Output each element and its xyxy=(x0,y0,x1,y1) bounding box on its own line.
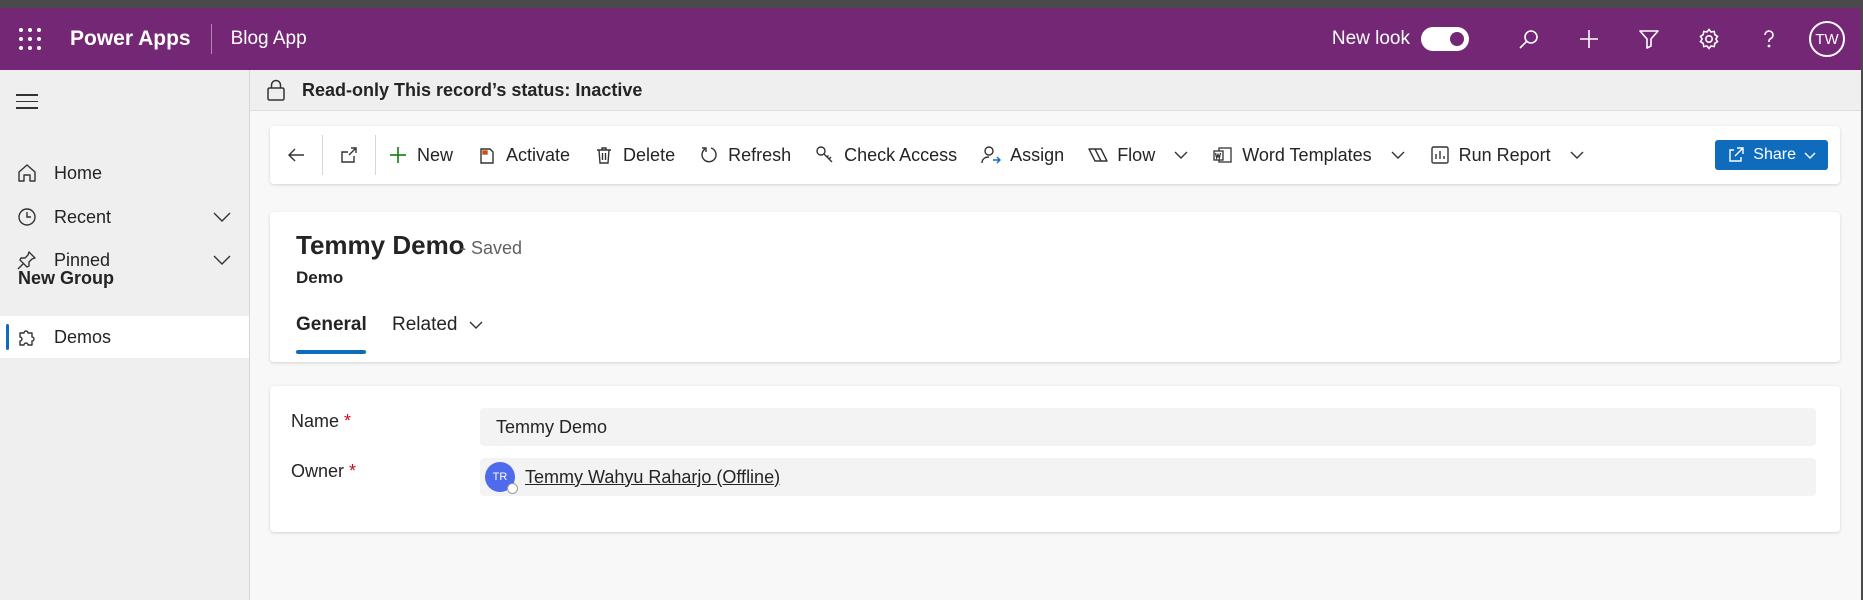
sidebar-item-recent[interactable]: Recent xyxy=(0,196,249,238)
hamburger-menu-icon[interactable] xyxy=(16,94,38,110)
check-access-label: Check Access xyxy=(844,144,958,165)
record-status-text: Read-only This record’s status: Inactive xyxy=(302,79,643,100)
new-label: New xyxy=(417,144,454,165)
puzzle-icon xyxy=(16,326,38,348)
run-report-label: Run Report xyxy=(1458,144,1551,165)
sidebar-item-label: Home xyxy=(54,162,103,183)
waffle-icon[interactable] xyxy=(17,26,43,52)
chevron-down-icon[interactable] xyxy=(211,249,233,271)
header-divider xyxy=(210,24,212,54)
form-section: Name * Temmy Demo Owner * TR Temmy Wahyu R… xyxy=(270,386,1840,532)
presence-status-icon xyxy=(507,483,518,494)
add-icon[interactable] xyxy=(1559,8,1619,70)
flow-icon xyxy=(1088,148,1108,162)
key-icon xyxy=(816,146,833,163)
activate-icon xyxy=(480,148,494,164)
user-avatar[interactable]: TW xyxy=(1809,21,1845,57)
delete-label: Delete xyxy=(623,144,676,165)
settings-icon[interactable] xyxy=(1679,8,1739,70)
required-marker: * xyxy=(344,411,352,431)
sidebar-item-label: Recent xyxy=(54,206,112,227)
name-field-label: Name * xyxy=(291,411,351,432)
record-title: Temmy Demo xyxy=(296,230,465,260)
tab-label: General xyxy=(296,314,367,335)
assign-person-icon xyxy=(981,146,1002,164)
name-value: Temmy Demo xyxy=(496,416,608,437)
refresh-button[interactable]: Refresh xyxy=(687,126,803,184)
save-status: - Saved xyxy=(460,238,523,258)
record-header: Temmy Demo - Saved Demo General Related xyxy=(270,212,1840,362)
word-templates-label: Word Templates xyxy=(1242,144,1372,165)
required-marker: * xyxy=(349,461,357,481)
sidebar-item-home[interactable]: Home xyxy=(0,152,249,194)
activate-label: Activate xyxy=(506,144,571,165)
name-field[interactable]: Temmy Demo xyxy=(480,408,1816,446)
chevron-down-icon xyxy=(1391,151,1405,159)
back-button[interactable] xyxy=(270,126,322,184)
search-icon[interactable] xyxy=(1499,8,1559,70)
refresh-icon xyxy=(701,147,717,163)
label-text: Name xyxy=(291,411,340,431)
record-status-bar: Read-only This record’s status: Inactive xyxy=(250,70,1861,111)
back-arrow-icon xyxy=(288,148,304,162)
owner-initials: TR xyxy=(492,471,508,483)
new-look-toggle[interactable] xyxy=(1421,27,1469,51)
chevron-down-icon[interactable] xyxy=(211,206,233,228)
report-icon xyxy=(1430,146,1449,164)
home-icon xyxy=(16,162,38,184)
share-icon xyxy=(1729,147,1744,162)
open-new-window-icon xyxy=(341,147,357,163)
record-entity-name: Demo xyxy=(296,268,344,287)
owner-link[interactable]: Temmy Wahyu Raharjo (Offline) xyxy=(525,467,780,488)
main-content: Read-only This record’s status: Inactive… xyxy=(250,70,1861,600)
share-button[interactable]: Share xyxy=(1715,140,1828,170)
app-module-name[interactable]: Blog App xyxy=(231,28,307,50)
run-report-button[interactable]: Run Report xyxy=(1418,126,1597,184)
new-look-label: New look xyxy=(1331,28,1410,49)
owner-field-label: Owner * xyxy=(291,461,356,482)
new-button[interactable]: New xyxy=(376,126,465,184)
activate-button[interactable]: Activate xyxy=(465,126,582,184)
help-icon[interactable] xyxy=(1739,8,1799,70)
active-tab-indicator xyxy=(296,350,366,354)
word-templates-button[interactable]: Word Templates xyxy=(1201,126,1417,184)
command-bar: New Activate Delete Refresh Check Access… xyxy=(270,126,1840,184)
sidebar-group-title: New Group xyxy=(18,268,115,288)
assign-button[interactable]: Assign xyxy=(969,126,1076,184)
sidebar-item-label: Demos xyxy=(54,326,112,347)
check-access-button[interactable]: Check Access xyxy=(803,126,969,184)
tab-related[interactable]: Related xyxy=(392,314,484,336)
chevron-down-icon xyxy=(469,321,482,329)
chevron-down-icon xyxy=(1804,152,1816,159)
refresh-label: Refresh xyxy=(728,144,792,165)
app-name[interactable]: Power Apps xyxy=(70,27,191,51)
tab-label: Related xyxy=(392,314,458,335)
lock-icon xyxy=(267,79,285,101)
owner-field[interactable]: TR Temmy Wahyu Raharjo (Offline) xyxy=(480,458,1816,496)
top-bar: Power Apps Blog App New look TW xyxy=(0,8,1861,70)
word-template-icon xyxy=(1213,147,1232,163)
flow-label: Flow xyxy=(1117,144,1156,165)
chevron-down-icon xyxy=(1174,151,1188,159)
app-window: Power Apps Blog App New look TW Home Rec… xyxy=(0,8,1861,600)
clock-icon xyxy=(16,206,38,228)
filter-icon[interactable] xyxy=(1619,8,1679,70)
selected-indicator xyxy=(6,324,9,350)
chevron-down-icon xyxy=(1570,151,1584,159)
header-actions: New look TW xyxy=(1332,8,1861,70)
assign-label: Assign xyxy=(1010,144,1065,165)
sidebar: Home Recent Pinned New Group Demos xyxy=(0,70,250,600)
flow-button[interactable]: Flow xyxy=(1076,126,1201,184)
plus-icon xyxy=(390,147,406,163)
trash-icon xyxy=(597,147,612,164)
owner-avatar: TR xyxy=(485,462,518,494)
delete-button[interactable]: Delete xyxy=(582,126,687,184)
sidebar-item-demos[interactable]: Demos xyxy=(0,316,249,358)
share-label: Share xyxy=(1753,146,1796,163)
tab-general[interactable]: General xyxy=(296,314,367,354)
open-in-new-window-button[interactable] xyxy=(323,126,375,184)
label-text: Owner xyxy=(291,461,345,481)
